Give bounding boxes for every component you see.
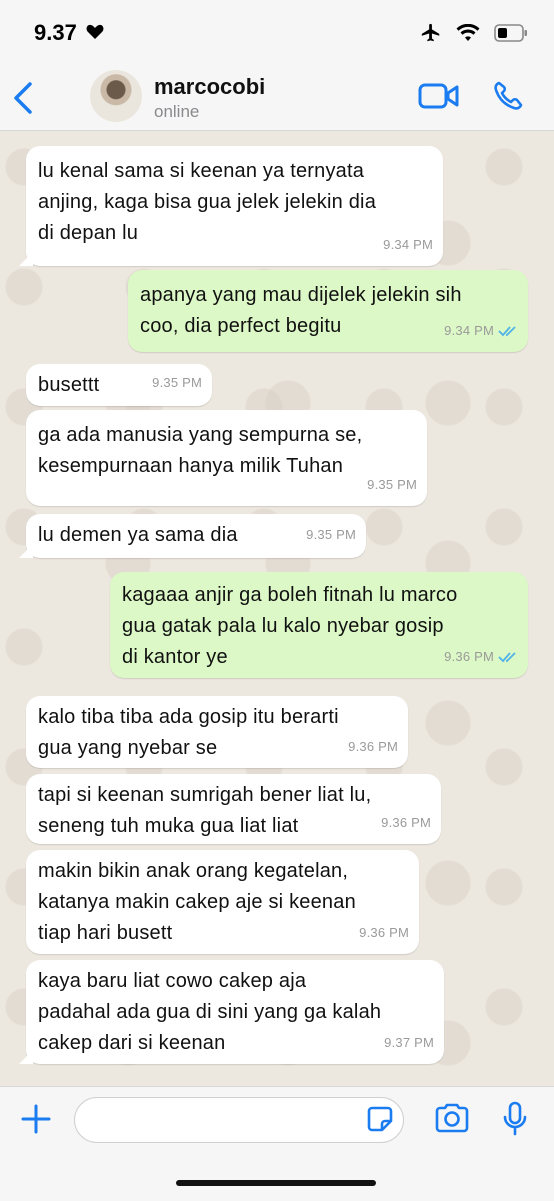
- bubble-tail: [19, 1050, 33, 1064]
- message-bubble-incoming[interactable]: lu demen ya sama dia 9.35 PM: [19, 514, 366, 558]
- presence-status: online: [154, 102, 200, 121]
- sticker-icon[interactable]: [366, 1105, 394, 1133]
- message-text: kaya baru liat cowo cakep aja padahal ad…: [38, 970, 382, 1054]
- message-text: ga ada manusia yang sempurna se, kesempu…: [38, 424, 363, 477]
- message-bubble-outgoing[interactable]: kagaaa anjir ga boleh fitnah lu marco gu…: [110, 572, 528, 678]
- phone-call-icon[interactable]: [492, 80, 524, 112]
- message-time: 9.36 PM: [381, 815, 431, 830]
- message-input[interactable]: [74, 1097, 404, 1143]
- message-bubble-incoming[interactable]: makin bikin anak orang kegatelan, katany…: [26, 850, 419, 954]
- read-ticks-icon: [498, 325, 516, 336]
- message-time: 9.34 PM: [383, 237, 433, 252]
- video-call-icon[interactable]: [418, 82, 460, 110]
- message-time: 9.34 PM: [444, 323, 494, 338]
- status-icons: [420, 22, 528, 44]
- heart-icon: [86, 24, 104, 39]
- airplane-icon: [421, 23, 440, 42]
- message-text: kalo tiba tiba ada gosip itu berarti gua…: [38, 706, 339, 759]
- home-indicator[interactable]: [176, 1180, 376, 1186]
- battery-icon: [494, 24, 527, 42]
- chat-header: marcocobi online: [0, 66, 554, 131]
- message-text: lu kenal sama si keenan ya ternyata anji…: [38, 160, 377, 244]
- message-bubble-incoming[interactable]: kalo tiba tiba ada gosip itu berarti gua…: [26, 696, 408, 768]
- bubble-tail: [19, 544, 33, 558]
- message-bubble-incoming[interactable]: kaya baru liat cowo cakep aja padahal ad…: [19, 960, 444, 1064]
- status-time: 9.37: [34, 20, 77, 45]
- avatar[interactable]: [90, 70, 142, 122]
- chat-area[interactable]: lu kenal sama si keenan ya ternyata anji…: [0, 131, 554, 1086]
- message-bubble-incoming[interactable]: busettt 9.35 PM: [26, 364, 212, 406]
- back-chevron-icon[interactable]: [10, 80, 40, 116]
- bubble-tail: [19, 252, 33, 266]
- microphone-icon[interactable]: [502, 1101, 528, 1137]
- message-time: 9.37 PM: [384, 1035, 434, 1050]
- plus-icon[interactable]: [20, 1103, 52, 1135]
- message-time: 9.36 PM: [348, 739, 398, 754]
- message-time: 9.35 PM: [367, 477, 417, 492]
- message-time: 9.35 PM: [306, 527, 356, 542]
- message-time: 9.36 PM: [359, 925, 409, 940]
- message-text: tapi si keenan sumrigah bener liat lu, s…: [38, 784, 372, 837]
- message-bubble-incoming[interactable]: tapi si keenan sumrigah bener liat lu, s…: [26, 774, 441, 844]
- message-bubble-outgoing[interactable]: apanya yang mau dijelek jelekin sih coo,…: [128, 270, 528, 352]
- read-ticks-icon: [498, 651, 516, 662]
- message-time: 9.36 PM: [444, 649, 494, 664]
- wifi-icon: [456, 24, 480, 41]
- message-bubble-incoming[interactable]: lu kenal sama si keenan ya ternyata anji…: [19, 146, 443, 266]
- message-time: 9.35 PM: [152, 375, 202, 390]
- message-text: makin bikin anak orang kegatelan, katany…: [38, 860, 356, 944]
- status-bar: 9.37: [0, 0, 554, 66]
- message-bubble-incoming[interactable]: ga ada manusia yang sempurna se, kesempu…: [26, 410, 427, 506]
- message-text: lu demen ya sama dia: [38, 524, 238, 546]
- camera-icon[interactable]: [434, 1103, 470, 1133]
- contact-name[interactable]: marcocobi: [154, 74, 265, 100]
